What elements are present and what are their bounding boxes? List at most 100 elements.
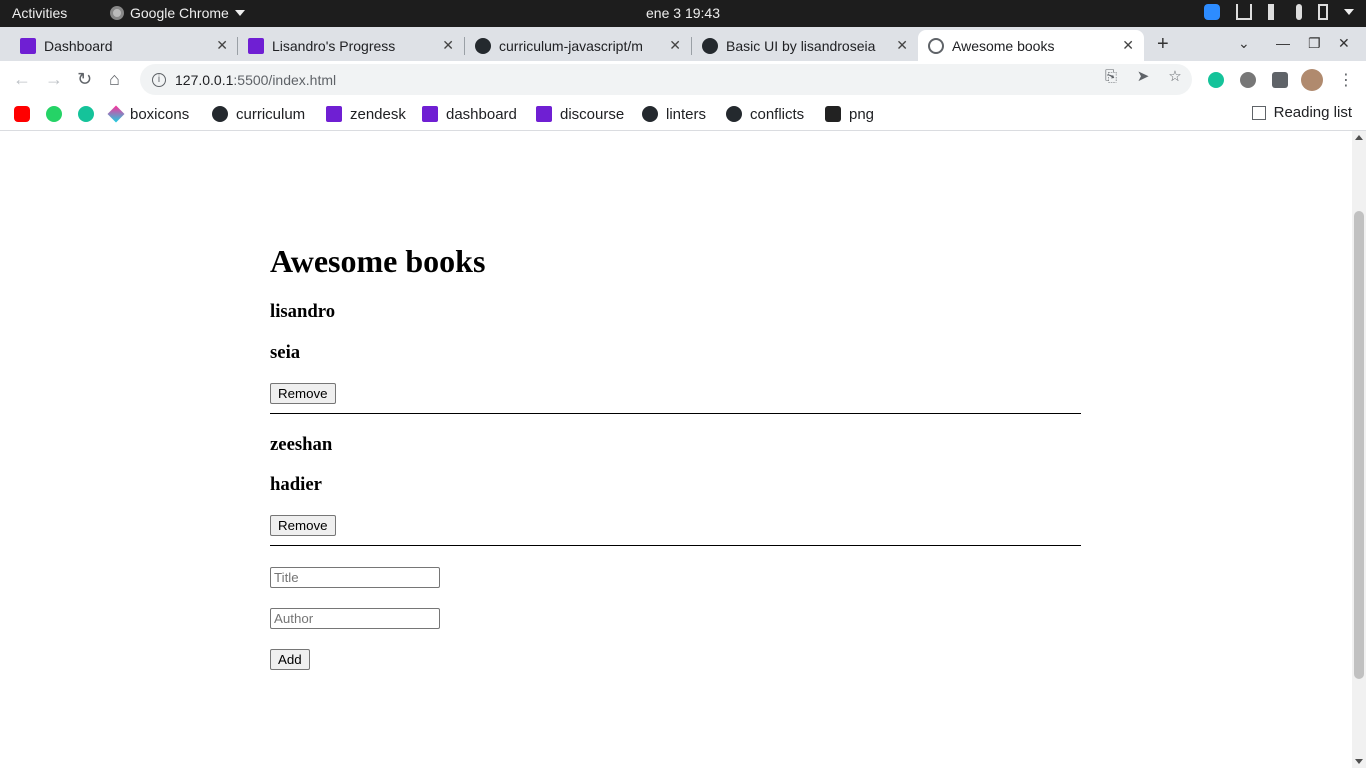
minimize-icon[interactable]: — — [1276, 35, 1290, 51]
bookmark-star-icon[interactable]: ☆ — [1167, 69, 1183, 85]
reload-button[interactable]: ↻ — [77, 69, 92, 90]
tab-basic-ui[interactable]: Basic UI by lisandroseia ✕ — [692, 30, 918, 61]
tab-label: Basic UI by lisandroseia — [726, 37, 876, 54]
bookmark-discourse[interactable]: discourse — [536, 104, 624, 124]
new-tab-button[interactable]: + — [1157, 33, 1169, 56]
reading-list-button[interactable]: Reading list — [1251, 104, 1352, 121]
close-icon[interactable]: ✕ — [896, 37, 908, 54]
scrollbar-thumb[interactable] — [1354, 211, 1364, 679]
app-name: Google Chrome — [130, 5, 229, 21]
bookmark-whatsapp[interactable] — [46, 104, 62, 124]
tab-strip: Dashboard ✕ Lisandro's Progress ✕ curric… — [0, 27, 1366, 61]
system-tray[interactable] — [1204, 4, 1354, 20]
bookmark-boxicons[interactable]: boxicons — [107, 104, 190, 124]
site-info-icon[interactable]: i — [152, 72, 166, 87]
url-path: :5500/index.html — [233, 71, 337, 88]
bookmark-label: curriculum — [236, 105, 306, 123]
page-scrollbar[interactable] — [1352, 131, 1366, 768]
png-icon — [825, 106, 841, 122]
microverse-icon — [20, 37, 36, 54]
settings-extension-icon[interactable] — [1240, 72, 1256, 88]
book-author: hadier — [270, 474, 322, 495]
reading-list-label: Reading list — [1273, 104, 1352, 121]
bookmark-label: boxicons — [130, 105, 190, 123]
network-icon[interactable] — [1236, 4, 1252, 20]
chevron-down-icon — [234, 10, 245, 16]
author-input[interactable] — [270, 608, 440, 629]
tab-label: Awesome books — [952, 37, 1055, 54]
volume-icon[interactable] — [1268, 4, 1280, 20]
remove-book-button[interactable]: Remove — [270, 515, 336, 536]
close-icon[interactable]: ✕ — [216, 37, 228, 54]
tab-lisandros-progress[interactable]: Lisandro's Progress ✕ — [238, 30, 464, 61]
bookmark-conflicts[interactable]: conflicts — [726, 104, 804, 124]
extensions-puzzle-icon[interactable] — [1272, 72, 1288, 88]
book-divider — [270, 545, 1081, 546]
chrome-menu-icon[interactable]: ⋮ — [1338, 70, 1354, 89]
restore-icon[interactable]: ❐ — [1308, 35, 1321, 52]
forward-button[interactable]: → — [45, 69, 63, 90]
bookmark-dashboard[interactable]: dashboard — [422, 104, 517, 124]
scroll-up-icon[interactable] — [1355, 135, 1363, 140]
address-bar[interactable]: i 127.0.0.1:5500/index.html — [140, 64, 1192, 95]
battery-icon[interactable] — [1318, 4, 1328, 20]
bookmark-label: linters — [666, 105, 707, 123]
back-button[interactable]: ← — [13, 69, 31, 90]
book-title: zeeshan — [270, 434, 333, 455]
bookmark-label: discourse — [560, 105, 625, 123]
reading-list-icon — [1251, 105, 1266, 120]
globe-icon — [928, 37, 944, 54]
title-input[interactable] — [270, 567, 440, 588]
bookmark-curriculum[interactable]: curriculum — [212, 104, 305, 124]
tab-label: Dashboard — [44, 37, 113, 54]
close-window-icon[interactable]: ✕ — [1338, 35, 1350, 52]
remove-book-button[interactable]: Remove — [270, 383, 336, 404]
github-icon — [212, 106, 228, 122]
microphone-icon[interactable] — [1296, 4, 1302, 20]
github-icon — [475, 37, 491, 54]
book-title: lisandro — [270, 301, 336, 322]
bookmark-png[interactable]: png — [825, 104, 874, 124]
microverse-icon — [536, 106, 552, 122]
home-button[interactable]: ⌂ — [109, 69, 120, 90]
github-icon — [702, 37, 718, 54]
system-top-bar: Activities Google Chrome ene 3 19:43 — [0, 0, 1366, 27]
close-icon[interactable]: ✕ — [1122, 37, 1134, 54]
microverse-icon — [248, 37, 264, 54]
bookmark-label: zendesk — [350, 105, 406, 123]
microverse-icon — [422, 106, 438, 122]
whatsapp-icon — [46, 106, 62, 122]
bookmark-linters[interactable]: linters — [642, 104, 706, 124]
chevron-down-icon[interactable] — [1344, 9, 1354, 15]
bookmark-zendesk[interactable]: zendesk — [326, 104, 406, 124]
tab-awesome-books[interactable]: Awesome books ✕ — [918, 30, 1144, 61]
bookmark-grammarly[interactable] — [78, 104, 94, 124]
tab-label: Lisandro's Progress — [272, 37, 396, 54]
page-viewport — [0, 131, 1352, 768]
bookmark-label: dashboard — [446, 105, 517, 123]
grammarly-extension-icon[interactable] — [1208, 72, 1224, 88]
tab-curriculum-javascript[interactable]: curriculum-javascript/m ✕ — [465, 30, 691, 61]
bookmark-label: png — [849, 105, 875, 123]
boxicons-icon — [107, 105, 125, 123]
close-icon[interactable]: ✕ — [669, 37, 681, 54]
url-host: 127.0.0.1 — [175, 71, 234, 88]
github-icon — [642, 106, 658, 122]
translate-icon[interactable]: ⎘ — [1103, 69, 1119, 85]
chrome-icon — [110, 6, 124, 20]
grammarly-icon — [78, 106, 94, 122]
app-menu[interactable]: Google Chrome — [110, 5, 245, 21]
bookmark-youtube[interactable] — [14, 104, 30, 124]
activities-button[interactable]: Activities — [12, 5, 67, 21]
tab-dashboard[interactable]: Dashboard ✕ — [10, 30, 238, 61]
scroll-down-icon[interactable] — [1355, 759, 1363, 764]
profile-avatar[interactable] — [1301, 69, 1323, 91]
tab-search-icon[interactable]: ⌄ — [1238, 35, 1250, 52]
book-author: seia — [270, 342, 301, 363]
zoom-icon[interactable] — [1204, 4, 1220, 20]
close-icon[interactable]: ✕ — [442, 37, 454, 54]
add-book-button[interactable]: Add — [270, 649, 310, 670]
tab-label: curriculum-javascript/m — [499, 37, 643, 54]
bookmarks-bar: boxicons curriculum zendesk dashboard di… — [0, 98, 1366, 131]
send-icon[interactable]: ➤ — [1135, 69, 1151, 85]
